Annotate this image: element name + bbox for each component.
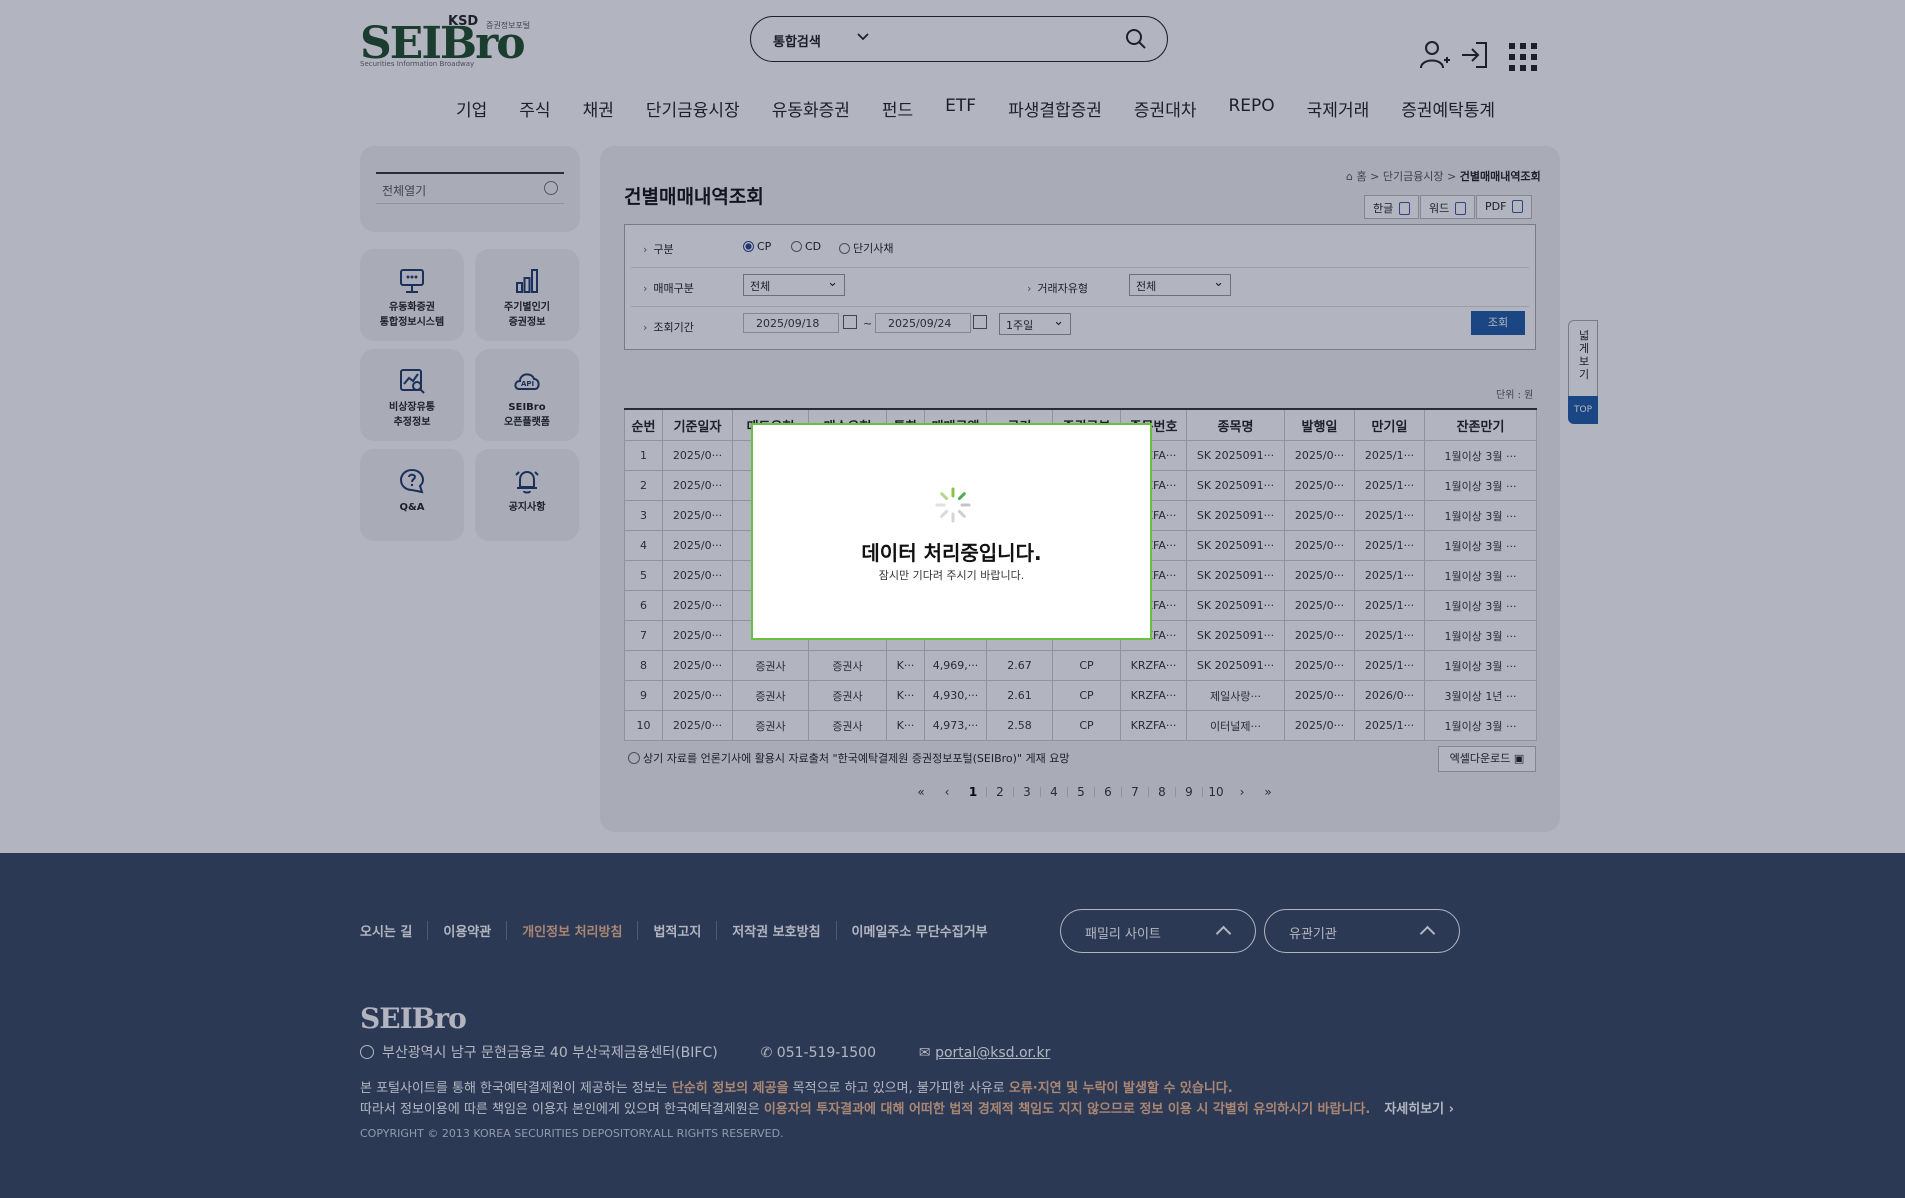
loading-modal: 데이터 처리중입니다. 잠시만 기다려 주시기 바랍니다. (751, 423, 1152, 640)
loading-title: 데이터 처리중입니다. (861, 541, 1042, 565)
loading-spinner-icon (935, 487, 971, 523)
loading-subtitle: 잠시만 기다려 주시기 바랍니다. (878, 569, 1025, 582)
